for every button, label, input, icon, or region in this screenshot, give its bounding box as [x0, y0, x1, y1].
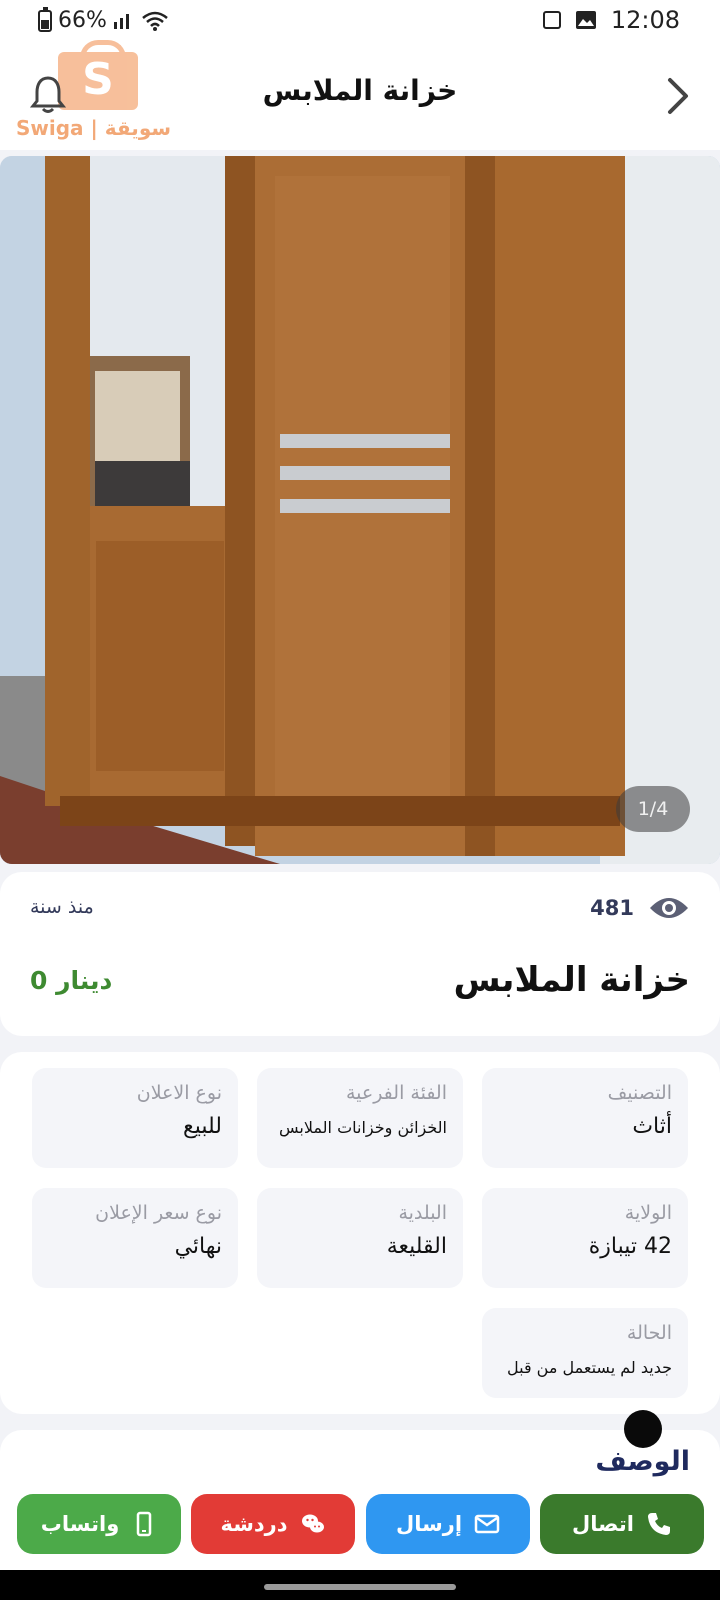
- clock: 12:08: [610, 6, 680, 34]
- action-bar: اتصال إرسال دردشة واتساب: [0, 1478, 720, 1570]
- logo-text: Swiga | سويقة: [16, 116, 172, 140]
- detail-label: البلدية: [398, 1202, 447, 1224]
- views-count: 481: [590, 896, 634, 920]
- detail-ad-type: نوع الاعلان للبيع: [32, 1068, 238, 1168]
- detail-value: الخزائن وخزانات الملابس: [279, 1118, 447, 1137]
- posted-time: منذ سنة: [30, 896, 94, 918]
- detail-label: نوع الاعلان: [136, 1082, 222, 1104]
- detail-value: 42 تيبازة: [588, 1234, 672, 1259]
- call-button[interactable]: اتصال: [540, 1494, 704, 1554]
- detail-category: التصنيف أثاث: [482, 1068, 688, 1168]
- detail-label: الولاية: [624, 1202, 672, 1224]
- status-left: 66%: [38, 6, 169, 33]
- image-icon: [575, 11, 596, 29]
- detail-condition: الحالة جديد لم يستعمل من قبل: [482, 1308, 688, 1398]
- chat-label: دردشة: [220, 1512, 288, 1536]
- status-right: 12:08: [542, 6, 680, 34]
- detail-value: نهائي: [174, 1234, 222, 1259]
- description-title: الوصف: [595, 1446, 690, 1477]
- call-label: اتصال: [572, 1512, 634, 1536]
- detail-label: الفئة الفرعية: [345, 1082, 447, 1104]
- floating-dot[interactable]: [624, 1410, 662, 1448]
- mail-icon: [474, 1514, 500, 1534]
- detail-value: أثاث: [632, 1114, 672, 1139]
- details-card: التصنيف أثاث الفئة الفرعية الخزائن وخزان…: [0, 1052, 720, 1414]
- mobile-icon: [137, 1511, 152, 1537]
- whatsapp-label: واتساب: [40, 1512, 120, 1536]
- wifi-icon: [142, 11, 168, 31]
- eye-icon: [650, 898, 688, 918]
- photo-pager: 1/4: [616, 786, 690, 832]
- listing-title: خزانة الملابس: [453, 960, 690, 1000]
- signal-icon: [113, 13, 129, 29]
- phone-icon: [647, 1513, 670, 1535]
- detail-price-type: نوع سعر الإعلان نهائي: [32, 1188, 238, 1288]
- chat-button[interactable]: دردشة: [191, 1494, 355, 1554]
- system-nav-bar: [0, 1570, 720, 1600]
- listing-price: 0 دينار: [30, 966, 113, 995]
- detail-municipality: البلدية القليعة: [257, 1188, 463, 1288]
- send-label: إرسال: [395, 1512, 463, 1536]
- chat-icon: [301, 1514, 324, 1533]
- detail-state: الولاية 42 تيبازة: [482, 1188, 688, 1288]
- battery-icon: [38, 6, 52, 32]
- detail-label: التصنيف: [607, 1082, 672, 1104]
- wardrobe-image: [0, 156, 720, 864]
- summary-card: 481 منذ سنة خزانة الملابس 0 دينار: [0, 872, 720, 1036]
- home-gesture-handle[interactable]: [264, 1584, 456, 1590]
- detail-value: جديد لم يستعمل من قبل: [507, 1358, 672, 1377]
- alarm-icon: [542, 11, 561, 29]
- listing-photo[interactable]: [0, 156, 720, 864]
- battery-level: 66%: [58, 8, 107, 33]
- detail-label: الحالة: [626, 1322, 672, 1344]
- screen: 66% 12:08 S Swiga | سويقة خزانة الملابس …: [0, 0, 720, 1600]
- detail-value: القليعة: [386, 1234, 447, 1259]
- app-header: S Swiga | سويقة خزانة الملابس: [0, 40, 720, 150]
- page-title: خزانة الملابس: [262, 74, 458, 107]
- views-counter: 481: [590, 894, 690, 922]
- detail-label: نوع سعر الإعلان: [95, 1202, 222, 1224]
- chevron-right-icon[interactable]: [658, 72, 698, 120]
- send-button[interactable]: إرسال: [366, 1494, 530, 1554]
- detail-value: للبيع: [183, 1114, 222, 1139]
- whatsapp-button[interactable]: واتساب: [17, 1494, 181, 1554]
- detail-subcategory: الفئة الفرعية الخزائن وخزانات الملابس: [257, 1068, 463, 1168]
